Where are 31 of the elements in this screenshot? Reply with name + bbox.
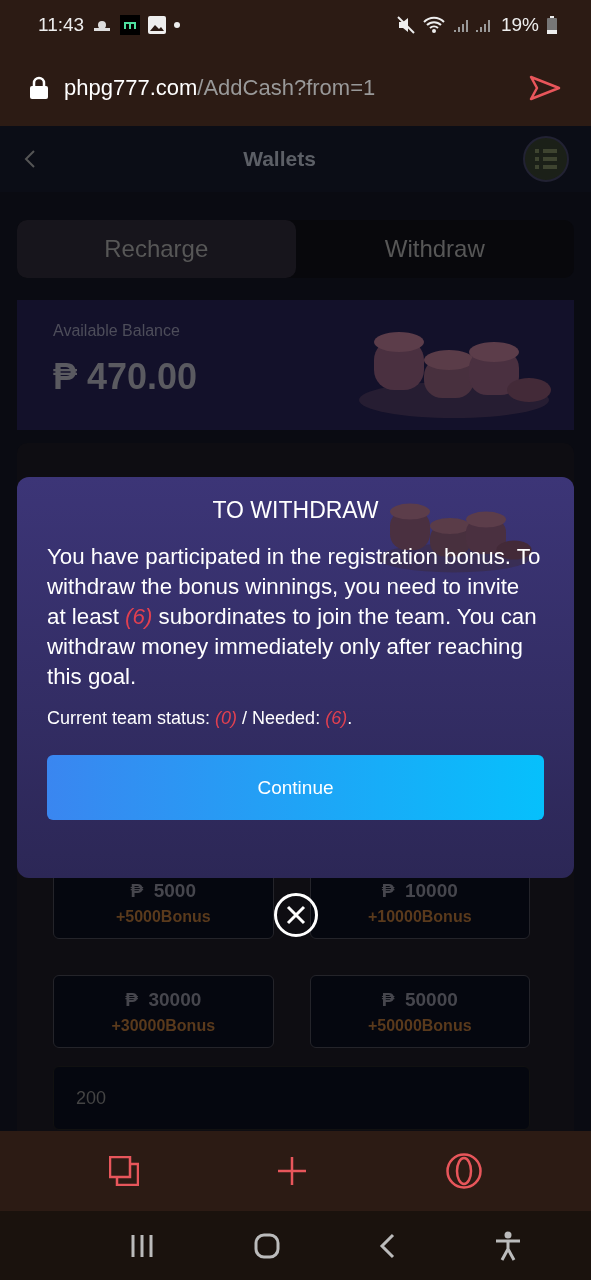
dialog-title: TO WITHDRAW	[211, 497, 380, 524]
team-status: Current team status: (0) / Needed: (6).	[47, 708, 354, 729]
page-title: Wallets	[242, 147, 317, 171]
amount-option[interactable]: ₱ 30000 +30000Bonus	[53, 975, 274, 1048]
back-icon[interactable]	[379, 1232, 396, 1259]
accessibility-icon[interactable]	[495, 1230, 522, 1261]
close-icon[interactable]	[274, 893, 318, 937]
dot-icon	[174, 22, 181, 28]
continue-button[interactable]: Continue	[47, 755, 544, 820]
browser-logo-icon[interactable]	[445, 1153, 482, 1189]
tab[interactable]: Withdraw	[295, 220, 574, 278]
address-field[interactable]: phpg777.com/AddCash?from=1	[64, 75, 376, 101]
clock: 11:43	[38, 14, 85, 36]
wifi-icon	[422, 16, 445, 34]
app-icon	[120, 15, 141, 35]
balance-amount: ₱ 470.00	[53, 356, 199, 398]
image-icon	[148, 16, 167, 34]
dialog-message: You have participated in the registration bonus. To withdraw the bonus winnings, you need to invite at least (6) subordinates to join the team. You can withdraw money immediately only after reaching this goal.	[47, 543, 542, 691]
balance-label: Available Balance	[53, 322, 181, 340]
tabs-icon[interactable]	[109, 1156, 140, 1186]
battery-icon	[547, 16, 557, 34]
mute-icon	[396, 16, 415, 34]
lock-icon	[30, 76, 48, 100]
amount-field[interactable]: 200	[53, 1066, 530, 1130]
send-icon[interactable]	[529, 75, 561, 101]
plus-icon[interactable]	[277, 1156, 308, 1186]
home-icon[interactable]	[253, 1232, 280, 1259]
tab[interactable]: Recharge	[17, 220, 296, 278]
battery-percent: 19%	[500, 14, 539, 36]
amount-option[interactable]: ₱ 50000 +50000Bonus	[309, 975, 530, 1048]
recent-apps-icon[interactable]	[129, 1233, 154, 1258]
